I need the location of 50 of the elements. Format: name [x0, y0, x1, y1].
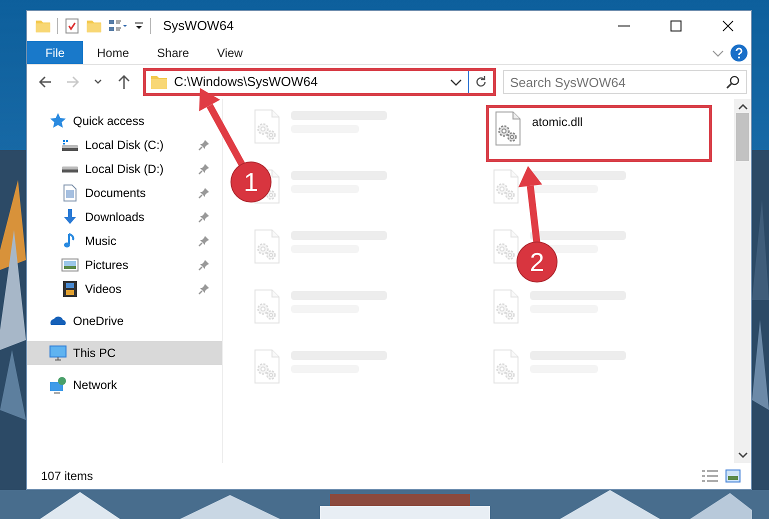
folder-icon: [35, 18, 51, 34]
sidebar-item[interactable]: Videos: [27, 277, 222, 301]
star-icon: [49, 112, 67, 130]
scroll-thumb[interactable]: [736, 113, 749, 161]
ribbon-tab[interactable]: Share: [143, 41, 204, 64]
monitor-icon: [49, 345, 67, 361]
scroll-up-icon[interactable]: [738, 103, 748, 111]
properties-icon[interactable]: [64, 18, 80, 34]
scrollbar[interactable]: [734, 99, 751, 463]
document-icon: [61, 184, 79, 202]
sidebar-item[interactable]: Documents: [27, 181, 222, 205]
search-icon: [726, 75, 740, 89]
sidebar-item[interactable]: Local Disk (C:): [27, 133, 222, 157]
maximize-icon[interactable]: [668, 18, 684, 34]
address-bar[interactable]: C:\Windows\SysWOW64: [143, 68, 496, 96]
step-number-marker: 2: [516, 242, 558, 282]
close-icon[interactable]: [720, 18, 736, 34]
drive-icon: [61, 166, 79, 172]
sidebar-item[interactable]: This PC: [27, 341, 222, 365]
refresh-icon[interactable]: [474, 75, 488, 89]
file-menu-tab[interactable]: File: [27, 41, 83, 64]
large-icons-view-icon[interactable]: [725, 469, 741, 483]
step-number-marker: 1: [230, 162, 272, 202]
folder-icon: [150, 73, 168, 91]
expand-ribbon-icon[interactable]: [712, 48, 724, 58]
download-icon: [61, 208, 79, 226]
sidebar-item[interactable]: Quick access: [27, 109, 222, 133]
window-title: SysWOW64: [163, 17, 234, 36]
film-icon: [61, 280, 79, 298]
sidebar-item[interactable]: Music: [27, 229, 222, 253]
search-field[interactable]: Search SysWOW64: [503, 70, 747, 94]
chevron-down-icon[interactable]: [450, 77, 462, 87]
view-icon[interactable]: [108, 18, 128, 34]
sidebar-item[interactable]: OneDrive: [27, 309, 222, 333]
sidebar-item[interactable]: Local Disk (D:): [27, 157, 222, 181]
ribbon-tab[interactable]: Home: [83, 41, 144, 64]
selected-file-item[interactable]: atomic.dll: [486, 105, 712, 162]
sidebar-item[interactable]: Network: [27, 373, 222, 397]
help-icon[interactable]: [730, 44, 748, 62]
sidebar-item[interactable]: Pictures: [27, 253, 222, 277]
sidebar-item[interactable]: Downloads: [27, 205, 222, 229]
cloud-icon: [49, 316, 67, 326]
item-count: 107 items: [41, 468, 94, 485]
picture-icon: [61, 258, 79, 272]
details-view-icon[interactable]: [701, 469, 719, 483]
network-icon: [49, 376, 67, 394]
ribbon-tab[interactable]: View: [203, 41, 257, 64]
file-name: atomic.dll: [532, 114, 583, 131]
drive-icon: [61, 138, 79, 152]
scroll-down-icon[interactable]: [738, 451, 748, 459]
